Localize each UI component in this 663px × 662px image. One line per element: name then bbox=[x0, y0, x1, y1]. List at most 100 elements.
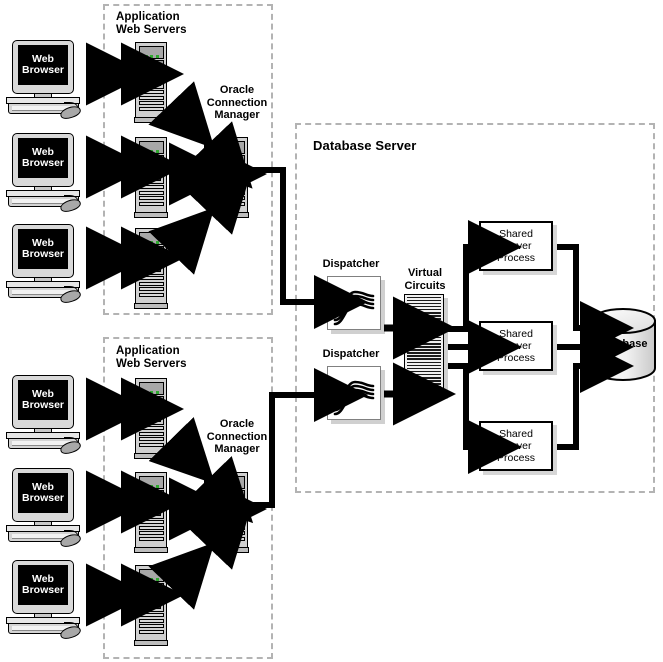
group-label-database-server: Database Server bbox=[313, 138, 417, 153]
app-web-server-tower-6[interactable] bbox=[134, 565, 168, 647]
tower-display-panel bbox=[219, 155, 245, 170]
tower-display-icon bbox=[143, 159, 155, 166]
tower-top-panel bbox=[138, 381, 164, 395]
browser-screen: Web Browser bbox=[18, 473, 68, 513]
web-browser-label: Web Browser bbox=[21, 236, 64, 260]
tower-foot bbox=[134, 453, 168, 459]
oracle-connection-manager-top[interactable] bbox=[215, 137, 249, 219]
tower-display-panel bbox=[138, 60, 164, 75]
tower-display-panel bbox=[219, 490, 245, 505]
tower-drive-bays bbox=[138, 426, 164, 452]
oracle-connection-manager-bottom[interactable] bbox=[215, 472, 249, 554]
browser-screen: Web Browser bbox=[18, 229, 68, 269]
tower-case bbox=[135, 472, 167, 548]
tower-case bbox=[216, 137, 248, 213]
tower-foot bbox=[215, 212, 249, 218]
tower-drive-bays bbox=[138, 276, 164, 302]
tower-display-panel bbox=[138, 490, 164, 505]
dispatcher-2[interactable] bbox=[327, 366, 385, 424]
process-face: Shared Server Process bbox=[479, 421, 553, 471]
power-button-icon bbox=[155, 417, 161, 422]
tower-display-icon bbox=[224, 494, 236, 501]
tower-drive-bays bbox=[138, 185, 164, 211]
tower-drive-bays bbox=[219, 185, 245, 211]
web-browser-client-2[interactable]: Web Browser bbox=[4, 133, 83, 214]
power-button-icon bbox=[236, 176, 242, 181]
shared-server-process-label: Shared Server Process bbox=[497, 428, 535, 464]
status-leds-icon bbox=[144, 54, 159, 58]
tower-display-icon bbox=[143, 250, 155, 257]
app-web-server-tower-1[interactable] bbox=[134, 42, 168, 124]
tower-front-panel bbox=[138, 506, 164, 519]
dispatcher-label-1: Dispatcher bbox=[322, 258, 380, 270]
power-button-icon bbox=[155, 176, 161, 181]
web-browser-label: Web Browser bbox=[21, 480, 64, 504]
group-label-app-web-servers-top: Application Web Servers bbox=[116, 11, 187, 36]
tower-foot bbox=[134, 303, 168, 309]
shared-server-process-2[interactable]: Shared Server Process bbox=[479, 321, 557, 375]
tower-front-panel bbox=[138, 599, 164, 612]
tower-top-panel bbox=[138, 568, 164, 582]
browser-screen: Web Browser bbox=[18, 138, 68, 178]
tower-drive-bays bbox=[138, 613, 164, 639]
virtual-circuits[interactable] bbox=[404, 294, 448, 399]
tower-case bbox=[135, 42, 167, 118]
tower-drive-bays bbox=[138, 520, 164, 546]
tower-front-panel bbox=[138, 262, 164, 275]
tower-top-panel bbox=[138, 231, 164, 245]
app-web-server-tower-2[interactable] bbox=[134, 137, 168, 219]
tower-case bbox=[216, 472, 248, 548]
database-cylinder[interactable]: Database bbox=[589, 308, 657, 384]
process-face: Shared Server Process bbox=[479, 321, 553, 371]
web-browser-client-3[interactable]: Web Browser bbox=[4, 224, 83, 305]
architecture-diagram: Application Web Servers Application Web … bbox=[0, 0, 663, 662]
power-button-icon bbox=[155, 511, 161, 516]
tower-case bbox=[135, 228, 167, 304]
web-browser-label: Web Browser bbox=[21, 145, 64, 169]
web-browser-label: Web Browser bbox=[21, 387, 64, 411]
app-web-server-tower-3[interactable] bbox=[134, 228, 168, 310]
web-browser-client-5[interactable]: Web Browser bbox=[4, 468, 83, 549]
dispatcher-waves-icon bbox=[333, 380, 375, 416]
status-leds-icon bbox=[144, 240, 159, 244]
tower-foot bbox=[134, 117, 168, 123]
app-web-server-tower-4[interactable] bbox=[134, 378, 168, 460]
tower-display-icon bbox=[143, 494, 155, 501]
shared-server-process-label: Shared Server Process bbox=[497, 328, 535, 364]
tower-top-panel bbox=[219, 475, 245, 489]
oracle-connection-manager-label-bottom: Oracle Connection Manager bbox=[206, 418, 268, 455]
tower-front-panel bbox=[138, 76, 164, 89]
status-leds-icon bbox=[225, 149, 240, 153]
web-browser-label: Web Browser bbox=[21, 52, 64, 76]
browser-screen: Web Browser bbox=[18, 45, 68, 85]
dispatcher-1[interactable] bbox=[327, 276, 385, 334]
power-button-icon bbox=[155, 604, 161, 609]
oracle-connection-manager-label-top: Oracle Connection Manager bbox=[206, 84, 268, 121]
web-browser-label: Web Browser bbox=[21, 572, 64, 596]
power-button-icon bbox=[236, 511, 242, 516]
status-leds-icon bbox=[144, 577, 159, 581]
tower-front-panel bbox=[138, 171, 164, 184]
tower-case bbox=[135, 565, 167, 641]
shared-server-process-label: Shared Server Process bbox=[497, 228, 535, 264]
tower-display-icon bbox=[143, 64, 155, 71]
dispatcher-waves-icon bbox=[333, 290, 375, 326]
shared-server-process-3[interactable]: Shared Server Process bbox=[479, 421, 557, 475]
web-browser-client-1[interactable]: Web Browser bbox=[4, 40, 83, 121]
tower-foot bbox=[215, 547, 249, 553]
status-leds-icon bbox=[225, 484, 240, 488]
tower-display-icon bbox=[224, 159, 236, 166]
tower-foot bbox=[134, 640, 168, 646]
shared-server-process-1[interactable]: Shared Server Process bbox=[479, 221, 557, 275]
status-leds-icon bbox=[144, 149, 159, 153]
virtual-circuits-body bbox=[404, 294, 444, 395]
tower-foot bbox=[134, 547, 168, 553]
app-web-server-tower-5[interactable] bbox=[134, 472, 168, 554]
web-browser-client-4[interactable]: Web Browser bbox=[4, 375, 83, 456]
tower-display-panel bbox=[138, 583, 164, 598]
browser-screen: Web Browser bbox=[18, 565, 68, 605]
web-browser-client-6[interactable]: Web Browser bbox=[4, 560, 83, 641]
browser-screen: Web Browser bbox=[18, 380, 68, 420]
tower-display-panel bbox=[138, 396, 164, 411]
status-leds-icon bbox=[144, 484, 159, 488]
